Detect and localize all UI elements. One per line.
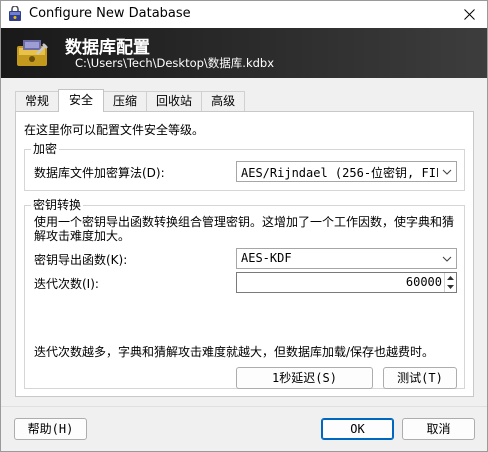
key-transformation-description: 使用一个密钥导出函数转换组合管理密钥。这增加了一个工作因数，使字典和猜解攻击难度… bbox=[34, 215, 455, 243]
tab-recycle-bin[interactable]: 回收站 bbox=[146, 91, 203, 112]
tab-security[interactable]: 安全 bbox=[58, 89, 105, 112]
iterations-value: 60000 bbox=[405, 275, 442, 289]
close-button[interactable] bbox=[451, 1, 487, 28]
test-button[interactable]: 测试(T) bbox=[383, 367, 457, 389]
tab-general[interactable]: 常规 bbox=[15, 91, 60, 112]
database-settings-icon bbox=[17, 40, 48, 66]
iterations-stepper-buttons bbox=[444, 273, 456, 292]
kdf-select[interactable]: AES-KDF bbox=[236, 248, 457, 269]
database-path: C:\Users\Tech\Desktop\数据库.kdbx bbox=[75, 56, 275, 70]
close-icon bbox=[463, 9, 475, 20]
tab-advanced[interactable]: 高级 bbox=[201, 91, 246, 112]
iterations-stepper[interactable]: 60000 bbox=[236, 272, 457, 293]
stepper-up-icon[interactable] bbox=[445, 273, 456, 282]
chevron-down-icon bbox=[438, 249, 456, 268]
one-second-delay-button[interactable]: 1秒延迟(S) bbox=[236, 367, 373, 389]
ok-button[interactable]: OK bbox=[321, 418, 394, 440]
iterations-note: 迭代次数越多，字典和猜解攻击难度就越大，但数据库加载/保存也越费时。 bbox=[34, 345, 435, 359]
key-transformation-group-title: 密钥转换 bbox=[31, 198, 84, 212]
help-button[interactable]: 帮助(H) bbox=[14, 418, 87, 440]
header-banner: 数据库配置 C:\Users\Tech\Desktop\数据库.kdbx bbox=[1, 28, 487, 78]
tab-bar: 常规 安全 压缩 回收站 高级 bbox=[15, 89, 246, 112]
window-title: Configure New Database bbox=[29, 6, 191, 21]
keepass-app-icon bbox=[9, 6, 21, 21]
encryption-algorithm-select[interactable]: AES/Rijndael (256-位密钥, FIPS 197) bbox=[236, 161, 457, 182]
security-intro-text: 在这里你可以配置文件安全等级。 bbox=[24, 123, 205, 137]
tab-compression[interactable]: 压缩 bbox=[103, 91, 148, 112]
configure-database-window: Configure New Database 数据库配置 C:\Users\Te… bbox=[0, 0, 488, 452]
key-transformation-group: 密钥转换 使用一个密钥导出函数转换组合管理密钥。这增加了一个工作因数，使字典和猜… bbox=[24, 198, 465, 389]
iterations-label: 迭代次数(I): bbox=[34, 277, 99, 291]
encryption-group-title: 加密 bbox=[31, 142, 60, 156]
security-tab-panel: 在这里你可以配置文件安全等级。 加密 数据库文件加密算法(D): AES/Rij… bbox=[15, 111, 474, 397]
title-bar: Configure New Database bbox=[1, 1, 487, 28]
kdf-label: 密钥导出函数(K): bbox=[34, 253, 128, 267]
cancel-button[interactable]: 取消 bbox=[402, 418, 475, 440]
footer-separator bbox=[1, 406, 487, 407]
encryption-group: 加密 数据库文件加密算法(D): AES/Rijndael (256-位密钥, … bbox=[24, 142, 465, 191]
encryption-algorithm-label: 数据库文件加密算法(D): bbox=[34, 166, 165, 180]
chevron-down-icon bbox=[438, 162, 456, 181]
stepper-down-icon[interactable] bbox=[445, 282, 456, 291]
kdf-value: AES-KDF bbox=[241, 251, 292, 265]
encryption-algorithm-value: AES/Rijndael (256-位密钥, FIPS 197) bbox=[241, 166, 456, 180]
